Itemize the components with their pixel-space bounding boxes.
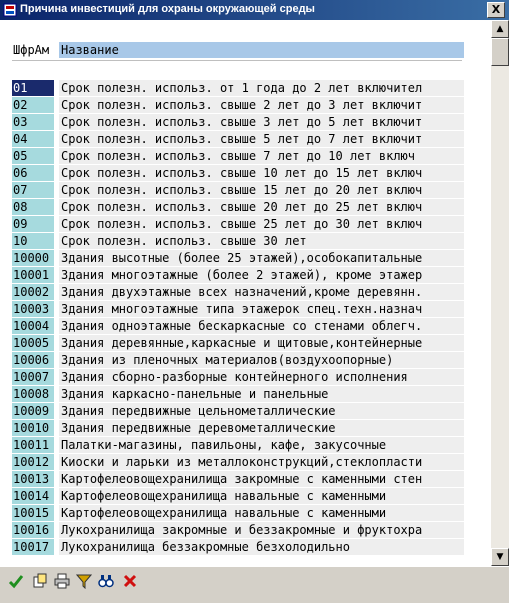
row-name[interactable]: Лукохранилища закромные и беззакромные и…	[59, 522, 464, 538]
checkmark-icon	[8, 575, 24, 589]
row-name[interactable]: Картофелеовощехранилища навальные с каме…	[59, 488, 464, 504]
title-bar[interactable]: Причина инвестиций для охраны окружающей…	[0, 0, 509, 20]
row-name[interactable]: Картофелеовощехранилища навальные с каме…	[59, 505, 464, 521]
row-code[interactable]: 10011	[12, 437, 54, 453]
window-title: Причина инвестиций для охраны окружающей…	[20, 3, 315, 15]
column-header-name[interactable]: Название	[59, 42, 464, 58]
scroll-up-icon[interactable]: ▲	[491, 20, 509, 38]
row-code[interactable]: 10001	[12, 267, 54, 283]
binoculars-icon	[98, 575, 114, 588]
row-code[interactable]: 10007	[12, 369, 54, 385]
row-name[interactable]: Срок полезн. использ. свыше 15 лет до 20…	[59, 182, 464, 198]
row-code[interactable]: 10015	[12, 505, 54, 521]
row-name[interactable]: Срок полезн. использ. свыше 2 лет до 3 л…	[59, 97, 464, 113]
row-code[interactable]: 10005	[12, 335, 54, 351]
new-entries-icon	[33, 573, 47, 588]
scroll-thumb[interactable]	[491, 38, 509, 66]
scroll-down-icon[interactable]: ▼	[491, 548, 509, 566]
print-button[interactable]	[52, 571, 72, 591]
row-name[interactable]: Лукохранилища беззакромные безхолодильно	[59, 539, 464, 555]
row-code[interactable]: 07	[12, 182, 54, 198]
row-name[interactable]: Здания одноэтажные бескаркасные со стена…	[59, 318, 464, 334]
close-button[interactable]: X	[487, 2, 505, 18]
row-code[interactable]: 01	[12, 80, 54, 96]
column-header-code[interactable]: ШфрАм	[12, 42, 54, 58]
find-button[interactable]	[96, 571, 116, 591]
row-code[interactable]: 03	[12, 114, 54, 130]
row-name[interactable]: Здания из пленочных материалов(воздухооп…	[59, 352, 464, 368]
row-name[interactable]: Срок полезн. использ. свыше 30 лет	[59, 233, 464, 249]
row-code[interactable]: 10012	[12, 454, 54, 470]
row-name[interactable]: Срок полезн. использ. свыше 7 лет до 10 …	[59, 148, 464, 164]
row-name[interactable]: Здания двухэтажные всех назначений,кроме…	[59, 284, 464, 300]
row-code[interactable]: 10002	[12, 284, 54, 300]
filter-button[interactable]	[74, 571, 94, 591]
filter-icon	[76, 574, 92, 589]
row-name[interactable]: Срок полезн. использ. свыше 3 лет до 5 л…	[59, 114, 464, 130]
row-code[interactable]: 10017	[12, 539, 54, 555]
vertical-scrollbar[interactable]: ▲ ▼	[491, 20, 509, 566]
row-name[interactable]: Палатки-магазины, павильоны, кафе, закус…	[59, 437, 464, 453]
row-name[interactable]: Здания многоэтажные типа этажерок спец.т…	[59, 301, 464, 317]
new-entry-button[interactable]	[30, 571, 50, 591]
row-name[interactable]: Здания передвижные деревометаллические	[59, 420, 464, 436]
row-name[interactable]: Здания многоэтажные (более 2 этажей), кр…	[59, 267, 464, 283]
row-code[interactable]: 06	[12, 165, 54, 181]
row-name[interactable]: Здания каркасно-панельные и панельные	[59, 386, 464, 402]
cancel-icon	[123, 574, 137, 588]
row-code[interactable]: 05	[12, 148, 54, 164]
row-name[interactable]: Картофелеовощехранилища закромные с каме…	[59, 471, 464, 487]
row-code[interactable]: 02	[12, 97, 54, 113]
row-code[interactable]: 10010	[12, 420, 54, 436]
header-divider	[12, 60, 462, 61]
row-code[interactable]: 10016	[12, 522, 54, 538]
row-code[interactable]: 08	[12, 199, 54, 215]
row-code[interactable]: 10000	[12, 250, 54, 266]
row-code[interactable]: 04	[12, 131, 54, 147]
row-code[interactable]: 10013	[12, 471, 54, 487]
row-name[interactable]: Срок полезн. использ. свыше 5 лет до 7 л…	[59, 131, 464, 147]
row-code[interactable]: 10004	[12, 318, 54, 334]
row-code[interactable]: 10008	[12, 386, 54, 402]
row-name[interactable]: Срок полезн. использ. свыше 10 лет до 15…	[59, 165, 464, 181]
list-area: ШфрАм Название 01 Срок полезн. использ. о…	[0, 20, 491, 566]
row-code[interactable]: 10	[12, 233, 54, 249]
row-code[interactable]: 10009	[12, 403, 54, 419]
row-name[interactable]: Срок полезн. использ. свыше 20 лет до 25…	[59, 199, 464, 215]
row-code[interactable]: 10014	[12, 488, 54, 504]
print-icon	[54, 573, 70, 589]
cancel-button[interactable]	[120, 571, 140, 591]
bottom-toolbar	[0, 566, 509, 603]
dialog-window: Причина инвестиций для охраны окружающей…	[0, 0, 509, 603]
sap-window-icon	[3, 3, 17, 17]
confirm-button[interactable]	[6, 571, 26, 591]
row-name[interactable]: Здания деревянные,каркасные и щитовые,ко…	[59, 335, 464, 351]
row-name[interactable]: Срок полезн. использ. свыше 25 лет до 30…	[59, 216, 464, 232]
row-code[interactable]: 10006	[12, 352, 54, 368]
row-name[interactable]: Срок полезн. использ. от 1 года до 2 лет…	[59, 80, 464, 96]
row-name[interactable]: Здания высотные (более 25 этажей),особок…	[59, 250, 464, 266]
row-name[interactable]: Киоски и ларьки из металлоконструкций,ст…	[59, 454, 464, 470]
row-code[interactable]: 09	[12, 216, 54, 232]
row-code[interactable]: 10003	[12, 301, 54, 317]
row-name[interactable]: Здания сборно-разборные контейнерного ис…	[59, 369, 464, 385]
row-name[interactable]: Здания передвижные цельнометаллические	[59, 403, 464, 419]
